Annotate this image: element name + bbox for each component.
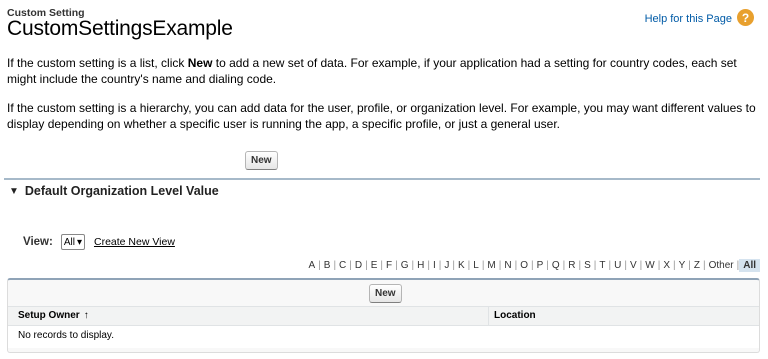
- view-label: View:: [23, 236, 53, 248]
- alphabet-letter-b[interactable]: B: [321, 259, 334, 272]
- alphabet-letter-x[interactable]: X: [660, 259, 673, 272]
- sort-ascending-icon: ↑: [83, 310, 89, 321]
- alphabet-letter-t[interactable]: T: [596, 259, 608, 272]
- view-selector-row: View: All ▾ Create New View: [23, 234, 175, 250]
- new-button[interactable]: New: [245, 151, 278, 170]
- alphabet-letter-a[interactable]: A: [305, 259, 318, 272]
- alphabet-letter-g[interactable]: G: [398, 259, 412, 272]
- alphabet-letter-r[interactable]: R: [565, 259, 578, 272]
- alphabet-letter-o[interactable]: O: [517, 259, 531, 272]
- column-header-location[interactable]: Location: [494, 310, 536, 321]
- alphabet-letter-c[interactable]: C: [336, 259, 349, 272]
- page-title: CustomSettingsExample: [7, 17, 233, 40]
- help-icon[interactable]: ?: [737, 9, 754, 26]
- alphabet-letter-e[interactable]: E: [368, 259, 381, 272]
- alphabet-letter-w[interactable]: W: [642, 259, 657, 272]
- alphabet-letter-h[interactable]: H: [414, 259, 427, 272]
- chevron-down-icon: ▾: [76, 236, 82, 248]
- column-divider: [488, 307, 489, 325]
- alphabet-letter-i[interactable]: I: [430, 259, 439, 272]
- view-select[interactable]: All ▾: [60, 234, 85, 250]
- view-select-value: All: [63, 236, 75, 248]
- alphabet-letter-q[interactable]: Q: [549, 259, 563, 272]
- help-link[interactable]: Help for this Page: [645, 13, 732, 25]
- alphabet-letter-z[interactable]: Z: [691, 259, 703, 272]
- create-new-view-link[interactable]: Create New View: [94, 236, 175, 248]
- section-divider: [4, 178, 760, 180]
- alphabet-filter: A | B | C | D | E | F | G | H | I | J | K | L | M | N | O | P | Q | R | S | T |…: [305, 259, 760, 272]
- intro-hierarchy-paragraph: If the custom setting is a hierarchy, yo…: [7, 101, 756, 131]
- alphabet-letter-k[interactable]: K: [455, 259, 468, 272]
- alphabet-letter-m[interactable]: M: [484, 259, 498, 272]
- alphabet-letter-all[interactable]: All: [739, 259, 760, 272]
- intro-new-keyword: New: [187, 56, 213, 70]
- alphabet-letter-n[interactable]: N: [501, 259, 514, 272]
- alphabet-letter-l[interactable]: L: [470, 259, 482, 272]
- table-row: No records to display.: [8, 326, 759, 348]
- alphabet-letter-v[interactable]: V: [627, 259, 640, 272]
- section-header[interactable]: ▼ Default Organization Level Value: [9, 184, 219, 198]
- collapse-triangle-icon[interactable]: ▼: [9, 186, 19, 197]
- intro-list-paragraph: If the custom setting is a list, click N…: [7, 56, 759, 87]
- section-title: Default Organization Level Value: [24, 184, 219, 198]
- alphabet-letter-d[interactable]: D: [352, 259, 365, 272]
- list-new-button[interactable]: New: [369, 284, 402, 303]
- alphabet-letter-y[interactable]: Y: [676, 259, 689, 272]
- column-header-setup-owner[interactable]: Setup Owner ↑: [18, 310, 89, 321]
- alphabet-letter-j[interactable]: J: [441, 259, 452, 272]
- alphabet-letter-p[interactable]: P: [534, 259, 547, 272]
- alphabet-letter-s[interactable]: S: [581, 259, 594, 272]
- alphabet-letter-other[interactable]: Other: [706, 259, 737, 272]
- column-header-label: Setup Owner: [18, 310, 80, 321]
- alphabet-letter-u[interactable]: U: [611, 259, 624, 272]
- table-header: Setup Owner ↑ Location: [8, 306, 759, 326]
- list-view-table: New Setup Owner ↑ Location No records to…: [7, 278, 760, 353]
- empty-message: No records to display.: [18, 330, 114, 341]
- alphabet-letter-f[interactable]: F: [383, 259, 395, 272]
- intro-text-1: If the custom setting is a list, click: [7, 56, 188, 70]
